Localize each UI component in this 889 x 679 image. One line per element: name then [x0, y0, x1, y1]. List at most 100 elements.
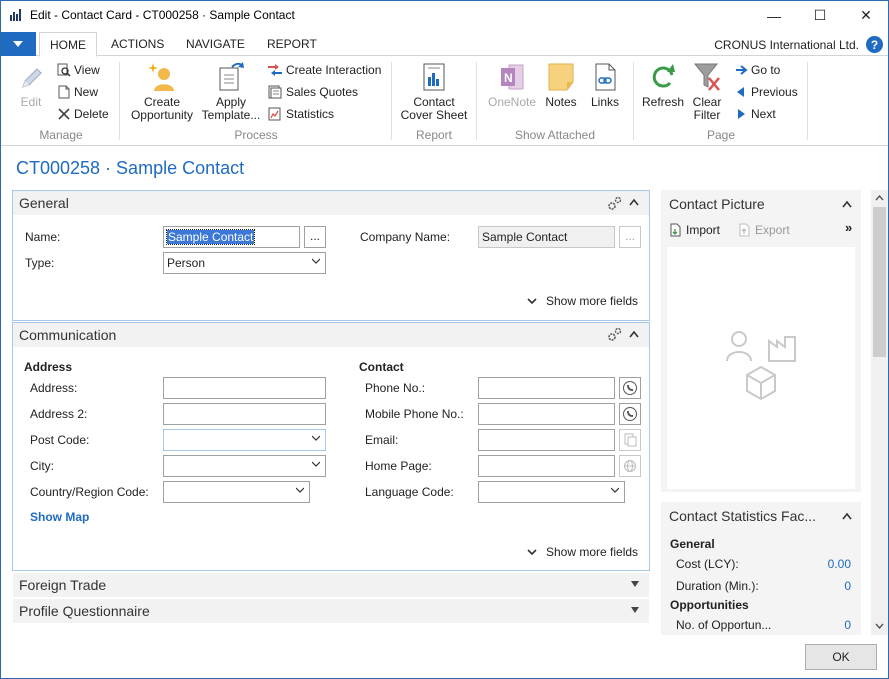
apply-template-label-2: Template...	[201, 108, 261, 122]
dropdown-triangle-icon	[13, 41, 23, 47]
duration-value[interactable]: 0	[800, 579, 851, 593]
personalize-gears-icon[interactable]	[607, 327, 623, 341]
clear-filter-icon	[693, 63, 720, 91]
address-field[interactable]	[163, 377, 326, 399]
clear-filter-button[interactable]: Clear Filter	[688, 61, 726, 122]
country-region-select[interactable]	[163, 481, 310, 503]
email-icon	[624, 433, 637, 447]
tab-report[interactable]: REPORT	[257, 32, 327, 56]
next-button[interactable]: Next	[734, 105, 776, 123]
foreign-trade-fasttab-header[interactable]: Foreign Trade	[13, 573, 649, 597]
address2-label: Address 2:	[30, 407, 88, 421]
profile-questionnaire-fasttab-header[interactable]: Profile Questionnaire	[13, 599, 649, 623]
links-icon	[595, 63, 616, 91]
onenote-button[interactable]: N OneNote	[484, 61, 540, 109]
links-button[interactable]: Links	[586, 61, 624, 109]
address2-field[interactable]	[163, 403, 326, 425]
pencil-icon	[22, 68, 42, 88]
previous-triangle-icon	[737, 87, 744, 97]
no-of-opportunities-label: No. of Opportun...	[676, 618, 772, 632]
group-label-report: Report	[415, 128, 453, 142]
expand-triangle-icon[interactable]	[631, 607, 639, 613]
help-icon[interactable]: ?	[866, 36, 883, 53]
export-picture-button[interactable]: Export	[738, 221, 790, 239]
statistics-button[interactable]: Statistics	[267, 105, 334, 123]
notes-button[interactable]: Notes	[541, 61, 581, 109]
language-code-select[interactable]	[478, 481, 625, 503]
post-code-select[interactable]	[163, 429, 326, 451]
name-assist-button[interactable]: ...	[304, 226, 326, 248]
contact-picture-area	[667, 247, 855, 489]
tab-actions[interactable]: ACTIONS	[101, 32, 174, 56]
previous-button[interactable]: Previous	[734, 83, 798, 101]
scroll-up-arrow-icon[interactable]	[875, 195, 884, 201]
tab-home[interactable]: HOME	[39, 32, 97, 57]
delete-label: Delete	[74, 107, 109, 121]
type-select-value: Person	[167, 256, 206, 270]
show-map-link[interactable]: Show Map	[30, 510, 89, 524]
call-mobile-button[interactable]	[619, 403, 641, 425]
view-button[interactable]: View	[57, 61, 100, 79]
home-page-field[interactable]	[478, 455, 615, 477]
maximize-icon: ☐	[813, 7, 827, 23]
contact-picture-title: Contact Picture	[669, 196, 765, 212]
name-field[interactable]: Sample Contact	[163, 226, 300, 248]
phone-icon	[623, 381, 637, 395]
address-heading: Address	[24, 360, 73, 374]
maximize-button[interactable]: ☐	[797, 0, 843, 31]
notes-label: Notes	[545, 95, 577, 109]
contact-cover-sheet-button[interactable]: Contact Cover Sheet	[398, 61, 470, 122]
links-label: Links	[590, 95, 619, 109]
scroll-down-arrow-icon[interactable]	[875, 623, 884, 629]
general-fasttab-header[interactable]: General	[13, 191, 649, 215]
open-home-page-button[interactable]	[619, 455, 641, 477]
dynamics-app-icon	[9, 8, 23, 22]
chevron-down-icon	[312, 258, 320, 264]
export-label: Export	[755, 223, 790, 237]
phone-field[interactable]	[478, 377, 615, 399]
email-label: Email:	[365, 433, 399, 447]
ellipsis-icon: ...	[624, 229, 635, 243]
company-name-field[interactable]: Sample Contact	[478, 226, 615, 248]
call-phone-button[interactable]	[619, 377, 641, 399]
delete-x-icon	[58, 108, 70, 120]
send-email-button[interactable]	[619, 429, 641, 451]
personalize-gears-icon[interactable]	[607, 196, 623, 210]
collapse-chevron-up-icon[interactable]	[629, 198, 639, 206]
page-title: CT000258 · Sample Contact	[16, 158, 245, 178]
general-show-more-fields[interactable]: Show more fields	[527, 294, 638, 308]
expand-triangle-icon[interactable]	[631, 581, 639, 587]
type-select[interactable]: Person	[163, 252, 326, 274]
post-code-label: Post Code:	[30, 433, 90, 447]
new-button[interactable]: New	[57, 83, 98, 101]
minimize-icon: —	[767, 7, 781, 24]
apply-template-button[interactable]: Apply Template...	[200, 61, 262, 122]
collapse-chevron-up-icon[interactable]	[629, 330, 639, 338]
phone-label: Phone No.:	[365, 381, 426, 395]
cost-lcy-value[interactable]: 0.00	[800, 557, 851, 571]
create-opportunity-button[interactable]: Create Opportunity	[126, 61, 198, 122]
city-select[interactable]	[163, 455, 326, 477]
import-picture-button[interactable]: Import	[669, 221, 720, 239]
communication-fasttab-header[interactable]: Communication	[13, 323, 649, 347]
minimize-button[interactable]: —	[751, 0, 797, 31]
go-to-button[interactable]: Go to	[734, 61, 780, 79]
no-of-opportunities-value[interactable]: 0	[800, 618, 851, 632]
email-field[interactable]	[478, 429, 615, 451]
refresh-button[interactable]: Refresh	[641, 61, 685, 109]
ok-button[interactable]: OK	[805, 644, 877, 670]
app-menu-button[interactable]	[0, 32, 36, 56]
tab-navigate[interactable]: NAVIGATE	[176, 32, 255, 56]
more-actions-chevron-icon[interactable]: »	[845, 220, 852, 235]
mobile-phone-field[interactable]	[478, 403, 615, 425]
collapse-chevron-up-icon[interactable]	[842, 512, 852, 520]
delete-button[interactable]: Delete	[57, 105, 109, 123]
communication-show-more-fields[interactable]: Show more fields	[527, 545, 638, 559]
close-button[interactable]: ✕	[843, 0, 889, 31]
sales-quotes-button[interactable]: Sales Quotes	[267, 83, 358, 101]
create-interaction-button[interactable]: Create Interaction	[267, 61, 381, 79]
company-name-assist-button[interactable]: ...	[619, 226, 641, 248]
scrollbar-thumb[interactable]	[873, 207, 886, 357]
collapse-chevron-up-icon[interactable]	[842, 200, 852, 208]
edit-button[interactable]: Edit	[14, 63, 48, 109]
